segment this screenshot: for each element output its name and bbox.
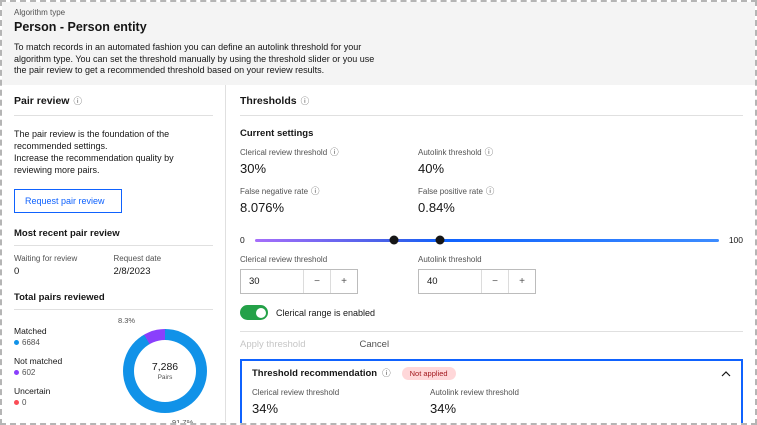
legend-item-not-matched: Not matched 602 [14, 355, 63, 377]
current-settings-stats: Clerical review threshold ⓘ 30% Autolink… [240, 148, 640, 215]
recommendation-stats: Clerical review threshold 34% Autolink r… [242, 386, 741, 423]
autolink-input-value[interactable]: 40 [419, 270, 481, 293]
clerical-increment-button[interactable]: + [330, 270, 357, 294]
slider-max-label: 100 [728, 235, 743, 246]
pair-review-description: The pair review is the foundation of the… [14, 128, 213, 177]
clerical-input-value[interactable]: 30 [241, 270, 303, 293]
toggle-knob [255, 307, 266, 318]
info-icon[interactable]: ⓘ [73, 97, 82, 106]
autolink-threshold-value: 40% [418, 161, 445, 177]
clerical-range-toggle[interactable] [240, 305, 268, 321]
recommended-autolink-value: 34% [430, 401, 457, 417]
uncertain-dot-icon [14, 399, 19, 405]
false-positive-rate-value: 0.84% [418, 200, 455, 216]
page-title: Person - Person entity [14, 20, 147, 34]
recommendation-title: Threshold recommendation [252, 368, 378, 380]
clerical-threshold-stat: Clerical review threshold ⓘ 30% [240, 148, 418, 176]
info-icon[interactable]: ⓘ [311, 187, 320, 196]
apply-threshold-button[interactable]: Apply threshold [240, 332, 319, 357]
donut-chart: 7,286 Pairs [123, 328, 207, 413]
total-pairs-unit: Pairs [157, 373, 173, 381]
legend-item-matched: Matched 6684 [14, 325, 47, 347]
donut-legend: Matched 6684 Not matched 602 Uncertain 0 [14, 326, 62, 416]
recommended-clerical-label: Clerical review threshold [252, 388, 340, 398]
pair-review-header: Pair review ⓘ [14, 95, 213, 117]
most-recent-pair-review-stats: Waiting for review 0 Request date 2/8/20… [14, 254, 213, 277]
not-matched-dot-icon [14, 369, 19, 375]
matched-percentage-label: 91.7% [172, 417, 194, 425]
pair-review-title: Pair review [14, 95, 70, 108]
cancel-button[interactable]: Cancel [345, 332, 403, 357]
info-icon[interactable]: ⓘ [330, 148, 339, 157]
false-positive-rate-stat: False positive rate ⓘ 0.84% [418, 187, 640, 215]
algorithm-threshold-page: Algorithm type Person - Person entity To… [0, 0, 757, 425]
clerical-range-toggle-label: Clerical range is enabled [276, 307, 376, 318]
threshold-slider: 0 100 [240, 235, 743, 245]
info-icon[interactable]: ⓘ [485, 148, 494, 157]
waiting-for-review-label: Waiting for review [14, 253, 78, 263]
recommended-clerical-value: 34% [252, 401, 279, 417]
legend-item-uncertain: Uncertain 0 [14, 385, 51, 407]
autolink-increment-button[interactable]: + [508, 270, 535, 294]
autolink-handle[interactable] [435, 235, 445, 245]
matched-dot-icon [14, 339, 19, 345]
waiting-for-review-stat: Waiting for review 0 [14, 254, 114, 277]
threshold-recommendation-section: Threshold recommendation ⓘ Not applied C… [240, 359, 743, 423]
clerical-input-label: Clerical review threshold [240, 255, 328, 265]
info-icon[interactable]: ⓘ [486, 187, 495, 196]
chevron-up-icon[interactable] [721, 370, 731, 377]
pair-review-description-line2: Increase the recommendation quality by r… [14, 153, 174, 176]
autolink-decrement-button[interactable]: − [481, 270, 508, 294]
autolink-threshold-input[interactable]: 40 − + [418, 269, 536, 295]
most-recent-pair-review-title: Most recent pair review [14, 228, 213, 246]
false-negative-rate-stat: False negative rate ⓘ 8.076% [240, 187, 418, 215]
algorithm-type-label: Algorithm type [14, 8, 66, 17]
total-pairs-chart-area: Matched 6684 Not matched 602 Uncertain 0… [14, 315, 213, 425]
page-header: Algorithm type Person - Person entity To… [2, 2, 755, 86]
thresholds-panel: Thresholds ⓘ Current settings Clerical r… [226, 85, 755, 423]
threshold-actions: Apply threshold Cancel [240, 331, 743, 357]
autolink-input-label: Autolink threshold [418, 255, 482, 265]
recommended-clerical-stat: Clerical review threshold 34% [252, 388, 430, 416]
threshold-inputs: Clerical review threshold 30 − + Autolin… [240, 255, 743, 295]
total-pairs-reviewed-title: Total pairs reviewed [14, 292, 213, 310]
autolink-input-group: Autolink threshold 40 − + [418, 255, 743, 295]
info-icon[interactable]: ⓘ [301, 97, 310, 106]
thresholds-title: Thresholds [240, 95, 297, 108]
thresholds-header: Thresholds ⓘ [240, 95, 743, 117]
donut-center: 7,286 Pairs [134, 339, 196, 402]
clerical-handle[interactable] [389, 235, 399, 245]
false-negative-rate-value: 8.076% [240, 200, 285, 216]
recommended-autolink-label: Autolink review threshold [430, 388, 519, 398]
info-icon[interactable]: ⓘ [382, 369, 391, 378]
clerical-threshold-input[interactable]: 30 − + [240, 269, 358, 295]
main-content: Pair review ⓘ The pair review is the fou… [2, 85, 755, 425]
request-date-stat: Request date 2/8/2023 [114, 254, 214, 277]
page-description: To match records in an automated fashion… [14, 42, 375, 76]
autolink-threshold-stat: Autolink threshold ⓘ 40% [418, 148, 640, 176]
recommendation-header[interactable]: Threshold recommendation ⓘ Not applied [242, 361, 741, 386]
current-settings-label: Current settings [240, 128, 314, 140]
pair-review-panel: Pair review ⓘ The pair review is the fou… [2, 85, 226, 425]
clerical-input-group: Clerical review threshold 30 − + [240, 255, 418, 295]
slider-track[interactable] [254, 235, 719, 245]
slider-min-label: 0 [240, 235, 245, 246]
not-matched-percentage-label: 8.3% [118, 315, 136, 325]
recommended-autolink-stat: Autolink review threshold 34% [430, 388, 731, 416]
clerical-range-toggle-row: Clerical range is enabled [240, 305, 743, 321]
waiting-for-review-value: 0 [14, 265, 20, 277]
not-applied-badge: Not applied [401, 367, 456, 381]
request-pair-review-button[interactable]: Request pair review [14, 188, 122, 213]
total-pairs-value: 7,286 [151, 360, 179, 373]
clerical-threshold-value: 30% [240, 161, 267, 177]
request-date-value: 2/8/2023 [113, 265, 151, 277]
request-date-label: Request date [113, 253, 162, 263]
pair-review-description-line1: The pair review is the foundation of the… [14, 129, 170, 152]
clerical-decrement-button[interactable]: − [303, 270, 330, 294]
